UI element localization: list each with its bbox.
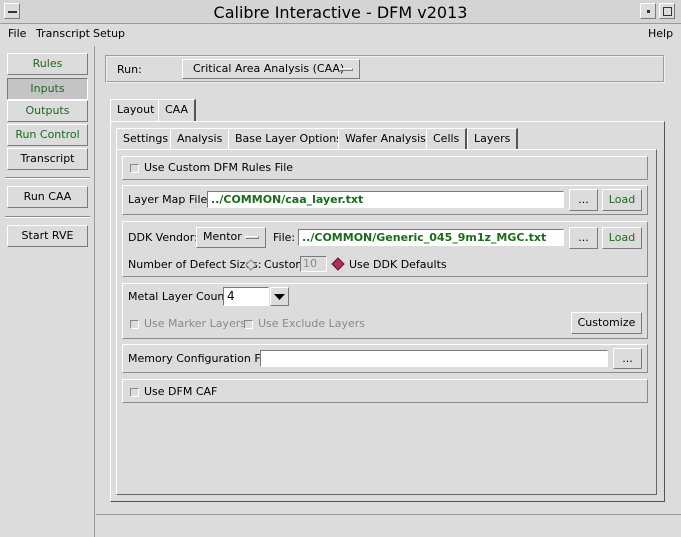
ddk-file-browse-button[interactable]: ... — [569, 227, 598, 249]
maximize-button[interactable] — [659, 3, 675, 19]
exclude-layers-checkbox[interactable] — [244, 320, 253, 329]
sidebar-separator — [5, 216, 90, 218]
defect-sizes-label: Number of Defect Sizes: — [128, 258, 262, 271]
ddk-vendor-value: Mentor — [203, 230, 242, 243]
custom-rules-checkbox[interactable] — [130, 164, 139, 173]
memory-config-browse-button[interactable]: ... — [613, 348, 642, 369]
tab-layers[interactable]: Layers — [467, 128, 519, 150]
menu-file[interactable]: File — [8, 27, 26, 40]
memory-config-input[interactable] — [260, 350, 608, 367]
sidebar-item-outputs[interactable]: Outputs — [7, 100, 88, 122]
ddk-file-load-button[interactable]: Load — [602, 227, 642, 249]
menubar: File Transcript Setup Help — [0, 24, 681, 44]
exclude-layers-label: Use Exclude Layers — [258, 317, 366, 330]
run-select-value: Critical Area Analysis (CAA) — [193, 62, 345, 75]
custom-radio[interactable] — [244, 258, 258, 272]
sidebar-separator — [5, 177, 90, 179]
start-rve-button[interactable]: Start RVE — [7, 225, 88, 247]
tab-settings[interactable]: Settings — [116, 128, 177, 150]
dfm-caf-label: Use DFM CAF — [144, 385, 218, 398]
ddk-file-input[interactable]: ../COMMON/Generic_045_9m1z_MGC.txt — [298, 229, 564, 246]
layer-map-load-button[interactable]: Load — [602, 189, 642, 211]
customize-button[interactable]: Customize — [571, 312, 642, 334]
tab-caa[interactable]: CAA — [158, 99, 197, 121]
tab-layout[interactable]: Layout — [110, 99, 163, 122]
ddk-vendor-label: DDK Vendor: — [128, 231, 198, 244]
sidebar-item-rules[interactable]: Rules — [7, 53, 88, 75]
tab-wafer-analysis[interactable]: Wafer Analysis — [338, 128, 434, 150]
custom-rules-label: Use Custom DFM Rules File — [144, 161, 294, 174]
tab-cells[interactable]: Cells — [426, 128, 468, 150]
custom-defect-count-input[interactable]: 10 — [300, 256, 327, 272]
sidebar-item-transcript[interactable]: Transcript — [7, 148, 88, 170]
ddk-file-label: File: — [273, 231, 296, 244]
ddk-defaults-radio[interactable] — [331, 257, 345, 271]
menu-setup[interactable]: Setup — [93, 27, 125, 40]
tab-analysis[interactable]: Analysis — [170, 128, 231, 150]
layer-map-input[interactable]: ../COMMON/caa_layer.txt — [207, 191, 564, 208]
memory-config-label: Memory Configuration File: — [128, 352, 277, 365]
window-title: Calibre Interactive - DFM v2013 — [213, 3, 468, 22]
option-menu-indicator-icon — [339, 68, 353, 71]
layer-map-browse-button[interactable]: ... — [569, 189, 598, 211]
tab-base-layer-options[interactable]: Base Layer Options — [228, 128, 350, 150]
dfm-caf-checkbox[interactable] — [130, 388, 139, 397]
sidebar-item-inputs[interactable]: Inputs — [7, 78, 88, 100]
run-label: Run: — [117, 63, 142, 76]
option-menu-indicator-icon — [245, 236, 259, 239]
run-select[interactable]: Critical Area Analysis (CAA) — [182, 59, 360, 79]
ddk-defaults-label: Use DDK Defaults — [349, 258, 447, 271]
marker-layers-label: Use Marker Layers — [144, 317, 246, 330]
menu-transcript[interactable]: Transcript — [36, 27, 90, 40]
marker-layers-checkbox[interactable] — [130, 320, 139, 329]
layer-map-label: Layer Map File: — [128, 193, 211, 206]
status-bar — [96, 514, 681, 537]
menu-help[interactable]: Help — [648, 27, 673, 40]
metal-count-input[interactable]: 4 — [223, 287, 269, 306]
metal-count-dropdown-button[interactable] — [270, 287, 289, 306]
ddk-vendor-select[interactable]: Mentor — [196, 227, 266, 248]
chevron-down-icon — [274, 294, 285, 300]
sidebar-item-run-control[interactable]: Run Control — [7, 124, 88, 146]
minimize-button[interactable] — [640, 3, 656, 19]
title-bar: Calibre Interactive - DFM v2013 — [0, 0, 681, 24]
run-caa-button[interactable]: Run CAA — [7, 186, 88, 208]
metal-count-label: Metal Layer Count: — [128, 290, 233, 303]
